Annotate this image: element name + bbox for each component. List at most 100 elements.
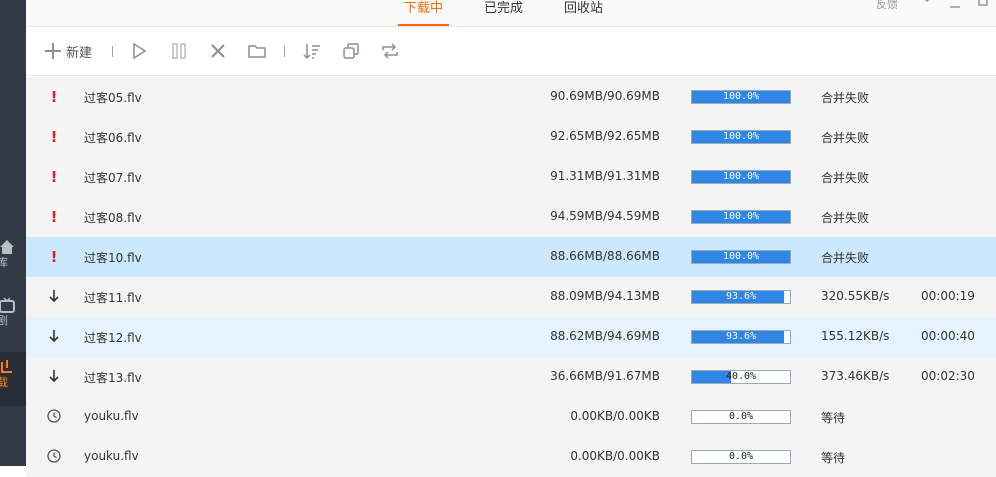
progress-label: 100.0% bbox=[722, 91, 760, 102]
progress-bar: 100.0% bbox=[691, 130, 791, 144]
download-speed: 155.12KB/s bbox=[821, 329, 890, 343]
close-icon bbox=[209, 42, 227, 60]
maximize-icon[interactable] bbox=[978, 0, 988, 9]
arrow-down-icon bbox=[46, 368, 62, 386]
file-size: 88.66MB/88.66MB bbox=[550, 249, 660, 263]
sidebar-item-label: 载 bbox=[0, 376, 8, 389]
progress-bar: 40.0% bbox=[691, 370, 791, 384]
time-remaining: 00:00:40 bbox=[921, 329, 975, 343]
progress-bar: 93.6% bbox=[691, 290, 791, 304]
toolbar-divider bbox=[284, 46, 285, 57]
tab-downloading[interactable]: 下载中 bbox=[397, 0, 450, 26]
progress-label: 100.0% bbox=[722, 171, 760, 182]
progress-label: 100.0% bbox=[722, 251, 760, 262]
folder-icon bbox=[248, 42, 266, 60]
home-icon bbox=[0, 238, 16, 256]
toolbar: 新建 bbox=[26, 27, 996, 76]
pause-button[interactable] bbox=[170, 41, 188, 61]
file-name: 过客12.flv bbox=[84, 331, 142, 345]
download-icon bbox=[0, 358, 16, 376]
progress-label: 100.0% bbox=[722, 131, 760, 142]
download-row[interactable]: ! 过客08.flv 94.59MB/94.59MB 100.0% 合并失败 bbox=[26, 197, 996, 237]
progress-label: 93.6% bbox=[725, 291, 757, 302]
progress-label: 100.0% bbox=[722, 211, 760, 222]
error-icon: ! bbox=[50, 128, 58, 146]
download-row[interactable]: ! 过客05.flv 90.69MB/90.69MB 100.0% 合并失败 bbox=[26, 77, 996, 117]
progress-label: 0.0% bbox=[728, 451, 754, 462]
sort-button[interactable] bbox=[303, 41, 321, 61]
new-task-label: 新建 bbox=[66, 45, 93, 61]
download-row[interactable]: youku.flv 0.00KB/0.00KB 0.0% 等待 bbox=[26, 437, 996, 477]
tv-icon bbox=[0, 296, 16, 314]
copy-icon bbox=[342, 42, 360, 60]
error-icon: ! bbox=[50, 88, 58, 106]
arrow-down-icon bbox=[46, 328, 62, 346]
open-folder-button[interactable] bbox=[248, 41, 266, 61]
download-row[interactable]: ! 过客06.flv 92.65MB/92.65MB 100.0% 合并失败 bbox=[26, 117, 996, 157]
sort-icon bbox=[303, 42, 321, 60]
arrow-down-icon bbox=[46, 288, 62, 306]
file-name: 过客07.flv bbox=[84, 171, 142, 185]
start-button[interactable] bbox=[130, 41, 148, 61]
download-list: ! 过客05.flv 90.69MB/90.69MB 100.0% 合并失败! 过客06.… bbox=[26, 77, 996, 477]
download-row[interactable]: 过客12.flv 88.62MB/94.69MB 93.6% 155.12KB/s 00… bbox=[26, 317, 996, 357]
error-icon: ! bbox=[50, 248, 58, 266]
download-row[interactable]: youku.flv 0.00KB/0.00KB 0.0% 等待 bbox=[26, 397, 996, 437]
progress-bar: 0.0% bbox=[691, 450, 791, 464]
minimize-icon[interactable] bbox=[950, 0, 960, 13]
file-size: 0.00KB/0.00KB bbox=[570, 449, 660, 463]
file-name: 过客10.flv bbox=[84, 251, 142, 265]
file-size: 90.69MB/90.69MB bbox=[550, 89, 660, 103]
download-row[interactable]: ! 过客10.flv 88.66MB/88.66MB 100.0% 合并失败 bbox=[26, 237, 996, 277]
file-name: 过客06.flv bbox=[84, 131, 142, 145]
download-speed: 373.46KB/s bbox=[821, 369, 890, 383]
error-icon: ! bbox=[50, 208, 58, 226]
time-remaining: 00:02:30 bbox=[921, 369, 975, 383]
delete-button[interactable] bbox=[209, 41, 227, 61]
feedback-link[interactable]: 反馈 bbox=[876, 0, 898, 12]
sidebar-item-label: 库 bbox=[0, 256, 8, 269]
file-name: 过客08.flv bbox=[84, 211, 142, 225]
chevron-down-icon[interactable] bbox=[922, 0, 932, 7]
download-row[interactable]: ! 过客07.flv 91.31MB/91.31MB 100.0% 合并失败 bbox=[26, 157, 996, 197]
progress-label: 0.0% bbox=[728, 411, 754, 422]
file-size: 92.65MB/92.65MB bbox=[550, 129, 660, 143]
progress-bar: 100.0% bbox=[691, 90, 791, 104]
progress-bar: 0.0% bbox=[691, 410, 791, 424]
tab-recycle-bin[interactable]: 回收站 bbox=[564, 0, 603, 26]
progress-label: 40.0% bbox=[725, 371, 757, 382]
clock-icon bbox=[46, 408, 62, 426]
progress-label: 93.6% bbox=[725, 331, 757, 342]
sidebar-item-series[interactable]: 剧 bbox=[0, 296, 26, 346]
progress-bar: 93.6% bbox=[691, 330, 791, 344]
error-icon: ! bbox=[50, 168, 58, 186]
download-speed: 320.55KB/s bbox=[821, 289, 890, 303]
file-size: 88.09MB/94.13MB bbox=[550, 289, 660, 303]
progress-bar: 100.0% bbox=[691, 250, 791, 264]
pause-icon bbox=[170, 42, 188, 60]
refresh-button[interactable] bbox=[381, 41, 399, 61]
time-remaining: 00:00:19 bbox=[921, 289, 975, 303]
sidebar-item-label: 剧 bbox=[0, 314, 8, 327]
file-name: 过客13.flv bbox=[84, 371, 142, 385]
file-name: youku.flv bbox=[84, 449, 139, 463]
sidebar-item-library[interactable]: 库 bbox=[0, 238, 26, 284]
download-speed: 合并失败 bbox=[821, 251, 870, 265]
download-speed: 合并失败 bbox=[821, 171, 870, 185]
progress-bar: 100.0% bbox=[691, 210, 791, 224]
toolbar-divider bbox=[112, 46, 113, 57]
sidebar-item-downloads[interactable]: 载 bbox=[0, 352, 26, 406]
download-speed: 合并失败 bbox=[821, 211, 870, 225]
file-size: 88.62MB/94.69MB bbox=[550, 329, 660, 343]
tab-completed[interactable]: 已完成 bbox=[484, 0, 523, 26]
download-speed: 合并失败 bbox=[821, 91, 870, 105]
download-row[interactable]: 过客11.flv 88.09MB/94.13MB 93.6% 320.55KB/s 00… bbox=[26, 277, 996, 317]
file-name: 过客05.flv bbox=[84, 91, 142, 105]
download-speed: 合并失败 bbox=[821, 131, 870, 145]
download-speed: 等待 bbox=[821, 451, 846, 465]
new-task-button[interactable]: 新建 bbox=[44, 41, 92, 61]
play-icon bbox=[130, 42, 148, 60]
progress-bar: 100.0% bbox=[691, 170, 791, 184]
copy-link-button[interactable] bbox=[342, 41, 360, 61]
download-row[interactable]: 过客13.flv 36.66MB/91.67MB 40.0% 373.46KB/s 00… bbox=[26, 357, 996, 397]
